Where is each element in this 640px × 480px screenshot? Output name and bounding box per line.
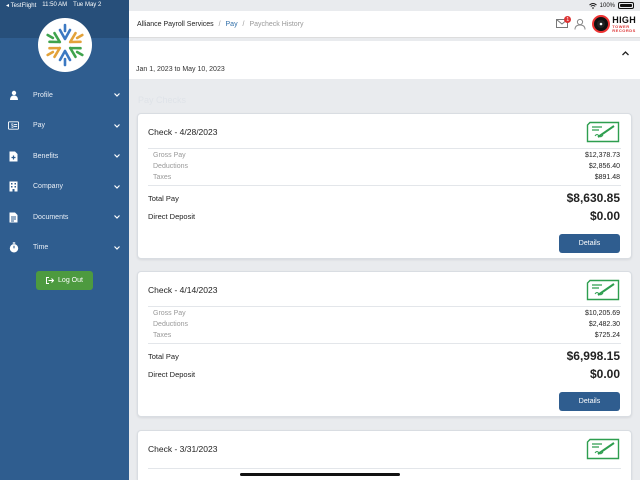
deductions-row: Deductions $2,482.30 xyxy=(153,321,620,328)
brand-line-3: RECORDS xyxy=(612,27,636,33)
deductions-label: Deductions xyxy=(153,321,189,328)
taxes-value: $725.24 xyxy=(594,332,620,339)
battery-percent: 100% xyxy=(599,2,615,9)
medical-icon xyxy=(8,151,19,162)
gross-pay-value: $12,378.73 xyxy=(584,152,620,159)
chevron-down-icon xyxy=(114,184,120,189)
breadcrumb-separator: / xyxy=(218,20,221,28)
sidebar-item-profile[interactable]: Profile xyxy=(0,80,129,111)
status-carrier: ◂ TestFlight xyxy=(6,3,37,9)
gross-pay-value: $10,205.69 xyxy=(584,310,620,317)
date-filter-panel[interactable]: Jan 1, 2023 to May 10, 2023 xyxy=(129,41,640,79)
building-icon xyxy=(8,181,19,192)
check-icon xyxy=(586,279,620,301)
check-title: Check - 4/14/2023 xyxy=(148,285,218,295)
chevron-down-icon xyxy=(114,93,120,98)
logout-label: Log Out xyxy=(58,277,83,284)
person-icon xyxy=(8,90,19,101)
direct-deposit-value: $0.00 xyxy=(589,367,620,381)
sidebar-item-label: Pay xyxy=(33,122,46,130)
deductions-value: $2,856.40 xyxy=(588,163,620,170)
sidebar-item-pay[interactable]: $ Pay xyxy=(0,111,129,142)
chevron-down-icon xyxy=(114,215,120,220)
chevron-down-icon xyxy=(114,154,120,159)
direct-deposit-label: Direct Deposit xyxy=(148,211,196,221)
company-logo xyxy=(38,18,92,72)
total-pay-value: $8,630.85 xyxy=(566,191,620,205)
check-title: Check - 3/31/2023 xyxy=(148,444,218,454)
user-icon[interactable] xyxy=(574,18,586,30)
sidebar: Profile $ Pay Benefits Company Documents… xyxy=(0,0,129,480)
stopwatch-icon xyxy=(8,242,19,253)
sidebar-item-company[interactable]: Company xyxy=(0,172,129,203)
deductions-label: Deductions xyxy=(153,163,189,170)
total-pay-row: Total Pay $6,998.15 xyxy=(148,349,620,363)
taxes-row: Taxes $725.24 xyxy=(153,332,620,339)
breadcrumb-separator: / xyxy=(242,20,245,28)
money-icon: $ xyxy=(8,120,19,131)
total-pay-label: Total Pay xyxy=(148,351,179,361)
direct-deposit-label: Direct Deposit xyxy=(148,369,196,379)
breadcrumb-root[interactable]: Alliance Payroll Services xyxy=(137,21,214,28)
check-card: Check - 4/28/2023 Gross Pay $12,378.73 De… xyxy=(137,113,632,259)
direct-deposit-row: Direct Deposit $0.00 xyxy=(148,209,620,223)
section-title: Pay Checks xyxy=(138,95,187,105)
sidebar-item-time[interactable]: Time xyxy=(0,233,129,264)
sidebar-item-label: Documents xyxy=(33,213,69,221)
deductions-value: $2,482.30 xyxy=(588,321,620,328)
direct-deposit-value: $0.00 xyxy=(589,209,620,223)
check-title: Check - 4/28/2023 xyxy=(148,127,218,137)
chevron-down-icon xyxy=(114,245,120,250)
home-indicator[interactable] xyxy=(240,473,400,476)
snowflake-logo-icon xyxy=(46,23,84,67)
chevron-up-icon[interactable] xyxy=(621,49,630,58)
logout-button[interactable]: Log Out xyxy=(36,271,93,290)
breadcrumb: Alliance Payroll Services / Pay / Payche… xyxy=(137,21,304,28)
deductions-row: Deductions $2,856.40 xyxy=(153,163,620,170)
taxes-label: Taxes xyxy=(153,332,172,339)
direct-deposit-row: Direct Deposit $0.00 xyxy=(148,367,620,381)
sidebar-item-documents[interactable]: Documents xyxy=(0,202,129,233)
check-icon xyxy=(586,438,620,460)
gross-pay-row: Gross Pay $10,205.69 xyxy=(153,310,620,317)
sidebar-item-label: Time xyxy=(33,244,49,252)
details-button[interactable]: Details xyxy=(559,234,620,253)
battery-icon xyxy=(618,2,634,9)
total-pay-row: Total Pay $8,630.85 xyxy=(148,191,620,205)
taxes-row: Taxes $891.48 xyxy=(153,174,620,181)
details-button[interactable]: Details xyxy=(559,392,620,411)
sidebar-item-label: Company xyxy=(33,183,63,191)
check-card: Check - 4/14/2023 Gross Pay $10,205.69 De… xyxy=(137,271,632,417)
gross-pay-row: Gross Pay $12,378.73 xyxy=(153,152,620,159)
notification-badge: 1 xyxy=(564,16,572,23)
record-icon xyxy=(592,15,611,33)
top-header: Alliance Payroll Services / Pay / Payche… xyxy=(129,11,640,38)
sidebar-item-label: Benefits xyxy=(33,152,59,160)
breadcrumb-current: Paycheck History xyxy=(249,20,304,28)
status-time: 11:50 AM xyxy=(42,2,68,8)
status-date: Tue May 2 xyxy=(73,2,102,8)
sidebar-nav: Profile $ Pay Benefits Company Documents… xyxy=(0,80,129,263)
sidebar-item-label: Profile xyxy=(33,91,53,99)
status-bar: ◂ TestFlight 11:50 AM Tue May 2 100% xyxy=(0,0,640,11)
svg-text:$: $ xyxy=(11,124,14,130)
taxes-value: $891.48 xyxy=(594,174,620,181)
gross-pay-label: Gross Pay xyxy=(153,310,186,317)
breadcrumb-pay[interactable]: Pay xyxy=(226,21,238,28)
taxes-label: Taxes xyxy=(153,174,172,181)
logout-icon xyxy=(46,277,55,284)
messages-button[interactable]: 1 xyxy=(556,16,572,29)
wifi-icon xyxy=(588,2,597,9)
chevron-down-icon xyxy=(114,123,120,128)
gross-pay-label: Gross Pay xyxy=(153,152,186,159)
brand-logo: HIGH TOWER RECORDS xyxy=(592,15,636,33)
total-pay-label: Total Pay xyxy=(148,193,179,203)
total-pay-value: $6,998.15 xyxy=(566,349,620,363)
date-range-text: Jan 1, 2023 to May 10, 2023 xyxy=(136,66,225,73)
sidebar-item-benefits[interactable]: Benefits xyxy=(0,141,129,172)
check-icon xyxy=(586,121,620,143)
document-icon xyxy=(8,212,19,223)
